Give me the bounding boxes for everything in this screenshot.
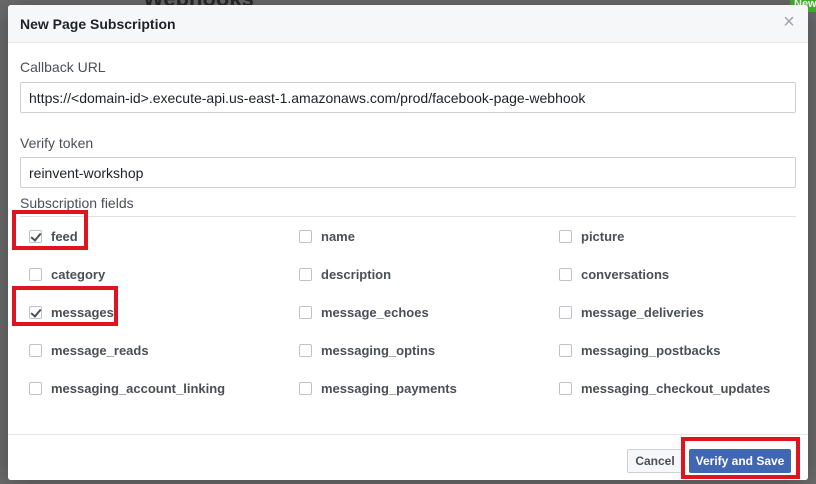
checkbox-icon[interactable] bbox=[559, 381, 572, 395]
callback-url-label: Callback URL bbox=[20, 59, 106, 75]
subscription-fields-label: Subscription fields bbox=[20, 195, 134, 211]
checkbox-icon[interactable] bbox=[29, 229, 42, 243]
checkbox-icon[interactable] bbox=[299, 343, 312, 357]
subscription-field-conversations[interactable]: conversations bbox=[559, 264, 669, 284]
subscription-field-messaging-account-linking[interactable]: messaging_account_linking bbox=[29, 378, 225, 398]
subscription-field-feed[interactable]: feed bbox=[29, 226, 78, 246]
checkbox-icon[interactable] bbox=[29, 343, 42, 357]
subscription-field-label: message_echoes bbox=[321, 304, 429, 320]
subscription-field-label: founded bbox=[321, 419, 372, 421]
subscription-field-label: message_reads bbox=[51, 342, 149, 358]
checkbox-icon[interactable] bbox=[299, 229, 312, 243]
subscription-field-label: messaging_optins bbox=[321, 342, 436, 358]
subscription-field-label: messaging_checkout_updates bbox=[581, 380, 771, 396]
checkbox-icon[interactable] bbox=[29, 419, 42, 420]
subscription-field-messaging-referrals[interactable]: messaging_referrals bbox=[29, 416, 178, 420]
verify-token-input[interactable] bbox=[20, 157, 796, 188]
dialog-footer: Cancel Verify and Save bbox=[8, 434, 808, 480]
checkbox-icon[interactable] bbox=[299, 381, 312, 395]
subscription-field-category[interactable]: category bbox=[29, 264, 105, 284]
subscription-field-label: messaging_payments bbox=[321, 380, 457, 396]
subscription-field-name[interactable]: name bbox=[299, 226, 355, 246]
checkbox-icon[interactable] bbox=[559, 305, 572, 319]
subscription-field-label: picture bbox=[581, 228, 625, 244]
verify-and-save-button[interactable]: Verify and Save bbox=[689, 449, 791, 473]
subscription-field-label: messaging_postbacks bbox=[581, 342, 721, 358]
subscription-field-label: name bbox=[321, 228, 355, 244]
subscription-field-founded[interactable]: founded bbox=[299, 416, 372, 420]
checkbox-icon[interactable] bbox=[299, 305, 312, 319]
subscription-field-messaging-payments[interactable]: messaging_payments bbox=[299, 378, 457, 398]
checkbox-icon[interactable] bbox=[559, 229, 572, 243]
subscription-field-label: messaging_referrals bbox=[51, 419, 178, 421]
checkbox-icon[interactable] bbox=[559, 419, 572, 420]
subscription-field-label: messaging_account_linking bbox=[51, 380, 226, 396]
subscription-field-messaging-postbacks[interactable]: messaging_postbacks bbox=[559, 340, 720, 360]
subscription-field-message-echoes[interactable]: message_echoes bbox=[299, 302, 429, 322]
dialog-title: New Page Subscription bbox=[20, 16, 176, 32]
subscription-field-label: category bbox=[51, 266, 106, 282]
subscription-field-description[interactable]: description bbox=[299, 264, 391, 284]
callback-url-input[interactable] bbox=[20, 82, 796, 113]
subscription-fields-list[interactable]: feed name picture category description conver… bbox=[20, 217, 796, 420]
checkbox-icon[interactable] bbox=[299, 419, 312, 420]
checkbox-icon[interactable] bbox=[559, 343, 572, 357]
subscription-field-company-overview[interactable]: company_overview bbox=[559, 416, 701, 420]
subscription-field-message-deliveries[interactable]: message_deliveries bbox=[559, 302, 704, 322]
close-icon[interactable]: × bbox=[780, 12, 798, 32]
subscription-dialog: New Page Subscription × Callback URL Ver… bbox=[8, 5, 808, 480]
subscription-field-label: company_overview bbox=[581, 419, 701, 421]
subscription-field-label: message_deliveries bbox=[581, 304, 704, 320]
subscription-field-messaging-optins[interactable]: messaging_optins bbox=[299, 340, 435, 360]
checkbox-icon[interactable] bbox=[559, 267, 572, 281]
subscription-field-label: conversations bbox=[581, 266, 670, 282]
subscription-field-label: description bbox=[321, 266, 392, 282]
checkbox-icon[interactable] bbox=[29, 305, 42, 319]
subscription-field-label: messages bbox=[51, 304, 114, 320]
dialog-header: New Page Subscription × bbox=[8, 5, 808, 43]
subscription-field-label: feed bbox=[51, 228, 78, 244]
checkbox-icon[interactable] bbox=[29, 381, 42, 395]
subscription-field-picture[interactable]: picture bbox=[559, 226, 624, 246]
checkbox-icon[interactable] bbox=[29, 267, 42, 281]
subscription-field-message-reads[interactable]: message_reads bbox=[29, 340, 149, 360]
subscription-field-messaging-checkout-updates[interactable]: messaging_checkout_updates bbox=[559, 378, 770, 398]
checkbox-icon[interactable] bbox=[299, 267, 312, 281]
cancel-button[interactable]: Cancel bbox=[627, 449, 683, 473]
subscription-field-messages[interactable]: messages bbox=[29, 302, 114, 322]
verify-token-label: Verify token bbox=[20, 135, 94, 151]
